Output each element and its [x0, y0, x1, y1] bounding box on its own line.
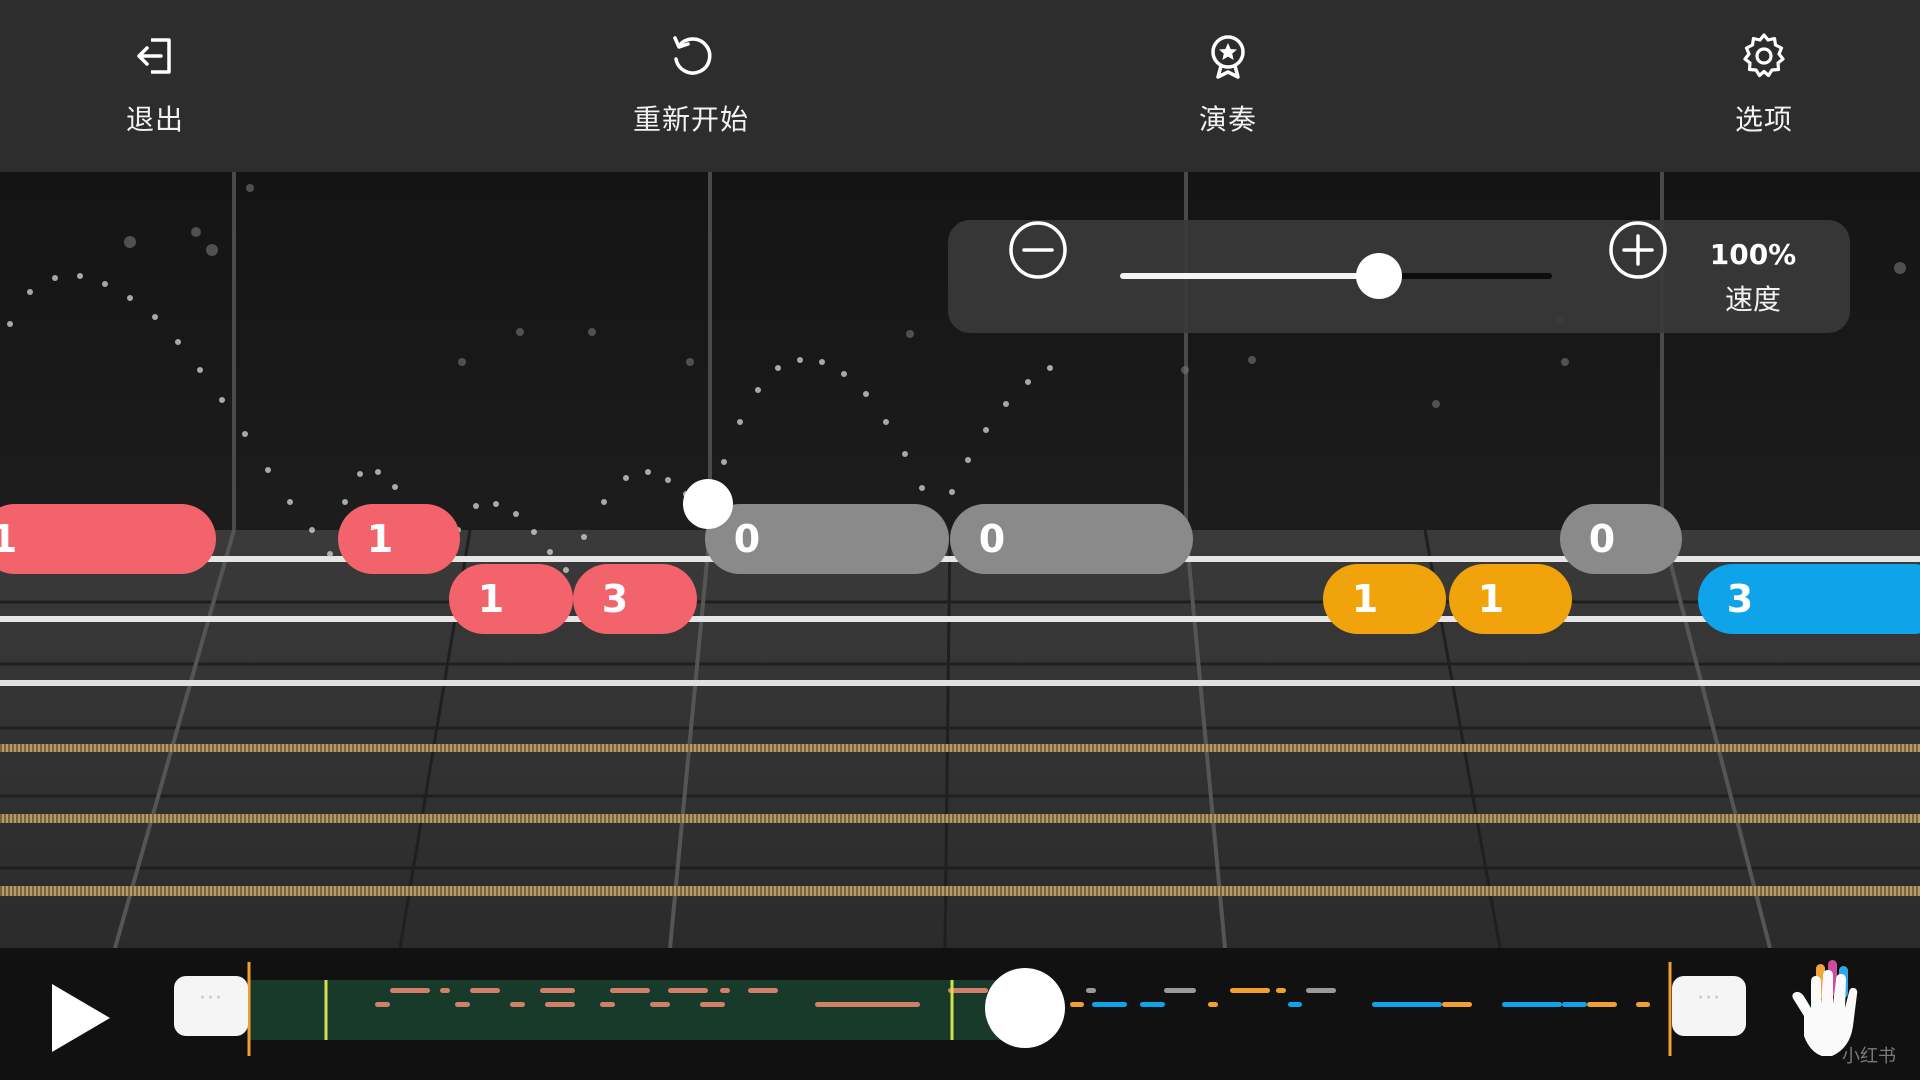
gear-icon — [1743, 33, 1785, 78]
loop-start-handle[interactable]: ··· — [174, 976, 248, 1036]
timeline-note-mark — [1208, 1002, 1218, 1007]
timeline-note-mark — [440, 988, 450, 993]
timeline-note-mark — [390, 988, 430, 993]
play-mode-button[interactable]: 演奏 — [1108, 0, 1348, 172]
note-fret-label: 1 — [478, 577, 504, 621]
note-fret-label: 0 — [1589, 517, 1615, 561]
timeline-note-mark — [1372, 1002, 1442, 1007]
playback-bar: ··· ··· 小红书 — [0, 948, 1920, 1080]
note-pill: 0 — [705, 504, 949, 574]
note-pill: 0 — [1560, 504, 1682, 574]
timeline-note-mark — [668, 988, 708, 993]
timeline-note-mark — [1562, 1002, 1587, 1007]
restart-button[interactable]: 重新开始 — [571, 0, 811, 172]
timeline-note-mark — [650, 1002, 670, 1007]
note-pill: 1 — [449, 564, 573, 634]
timeline-note-mark — [748, 988, 778, 993]
timeline-note-mark — [700, 1002, 725, 1007]
timeline-note-mark — [948, 988, 988, 993]
speed-slider[interactable] — [1120, 253, 1552, 299]
play-mode-label: 演奏 — [1198, 103, 1257, 136]
minus-circle-icon[interactable] — [1008, 220, 1068, 280]
timeline-note-mark — [455, 1002, 470, 1007]
timeline-note-mark — [470, 988, 500, 993]
note-pill: 3 — [1698, 564, 1920, 634]
timeline-note-mark — [510, 1002, 525, 1007]
note-fret-label: 1 — [367, 517, 393, 561]
fretboard-stage: 1 1 1 3 0 0 0 1 1 3 100% 速度 — [0, 172, 1920, 948]
timeline-note-mark — [1636, 1002, 1650, 1007]
options-button[interactable]: 选项 — [1644, 0, 1884, 172]
note-pill: 1 — [338, 504, 460, 574]
timeline-note-mark — [1306, 988, 1336, 993]
restart-icon — [673, 36, 712, 75]
timeline-note-mark — [540, 988, 575, 993]
note-fret-label: 1 — [1478, 577, 1504, 621]
speed-value: 100% — [1709, 238, 1797, 271]
note-fret-label: 1 — [0, 517, 17, 561]
top-toolbar: 退出 重新开始 演奏 选项 — [0, 0, 1920, 172]
playhead-knob[interactable] — [985, 968, 1065, 1048]
watermark: 小红书 — [1842, 1046, 1896, 1067]
timeline-note-mark — [815, 1002, 920, 1007]
note-pill: 1 — [1449, 564, 1572, 634]
bouncing-ball — [683, 479, 733, 529]
speed-slider-fill — [1120, 273, 1380, 279]
timeline-note-mark — [1092, 1002, 1127, 1007]
loop-end-handle[interactable]: ··· — [1672, 976, 1746, 1036]
note-fret-label: 3 — [602, 577, 628, 621]
award-star-icon — [1211, 35, 1245, 79]
timeline-note-mark — [1070, 1002, 1084, 1007]
timeline-note-mark — [1587, 1002, 1617, 1007]
timeline-note-mark — [1442, 1002, 1472, 1007]
note-fret-label: 3 — [1727, 577, 1753, 621]
speed-slider-knob[interactable] — [1356, 253, 1403, 299]
options-label: 选项 — [1734, 103, 1793, 136]
timeline-note-mark — [1230, 988, 1270, 993]
exit-button[interactable]: 退出 — [35, 0, 275, 172]
timeline-note-mark — [720, 988, 730, 993]
note-pill: 1 — [1323, 564, 1446, 634]
song-timeline[interactable] — [0, 948, 1920, 1080]
exit-label: 退出 — [125, 103, 184, 136]
note-pill: 3 — [573, 564, 697, 634]
timeline-note-mark — [545, 1002, 575, 1007]
timeline-note-mark — [1164, 988, 1196, 993]
timeline-note-mark — [375, 1002, 390, 1007]
timeline-note-mark — [1502, 1002, 1562, 1007]
timeline-note-mark — [600, 1002, 615, 1007]
exit-arrow-icon — [137, 38, 171, 74]
note-pill: 1 — [0, 504, 216, 574]
timeline-note-mark — [1288, 1002, 1302, 1007]
fretboard-floor — [0, 529, 1920, 948]
note-fret-label: 0 — [979, 517, 1005, 561]
timeline-note-mark — [1276, 988, 1286, 993]
loop-start-dots: ··· — [199, 986, 223, 1011]
timeline-note-mark — [610, 988, 650, 993]
note-pill: 0 — [950, 504, 1193, 574]
speed-panel: 100% 速度 — [948, 220, 1850, 333]
restart-label: 重新开始 — [632, 103, 749, 136]
note-fret-label: 0 — [734, 517, 760, 561]
loop-end-dots: ··· — [1697, 986, 1721, 1011]
timeline-note-mark — [1140, 1002, 1165, 1007]
speed-label: 速度 — [1724, 283, 1781, 316]
plus-circle-icon[interactable] — [1608, 220, 1668, 280]
timeline-note-mark — [1086, 988, 1096, 993]
note-fret-label: 1 — [1352, 577, 1378, 621]
